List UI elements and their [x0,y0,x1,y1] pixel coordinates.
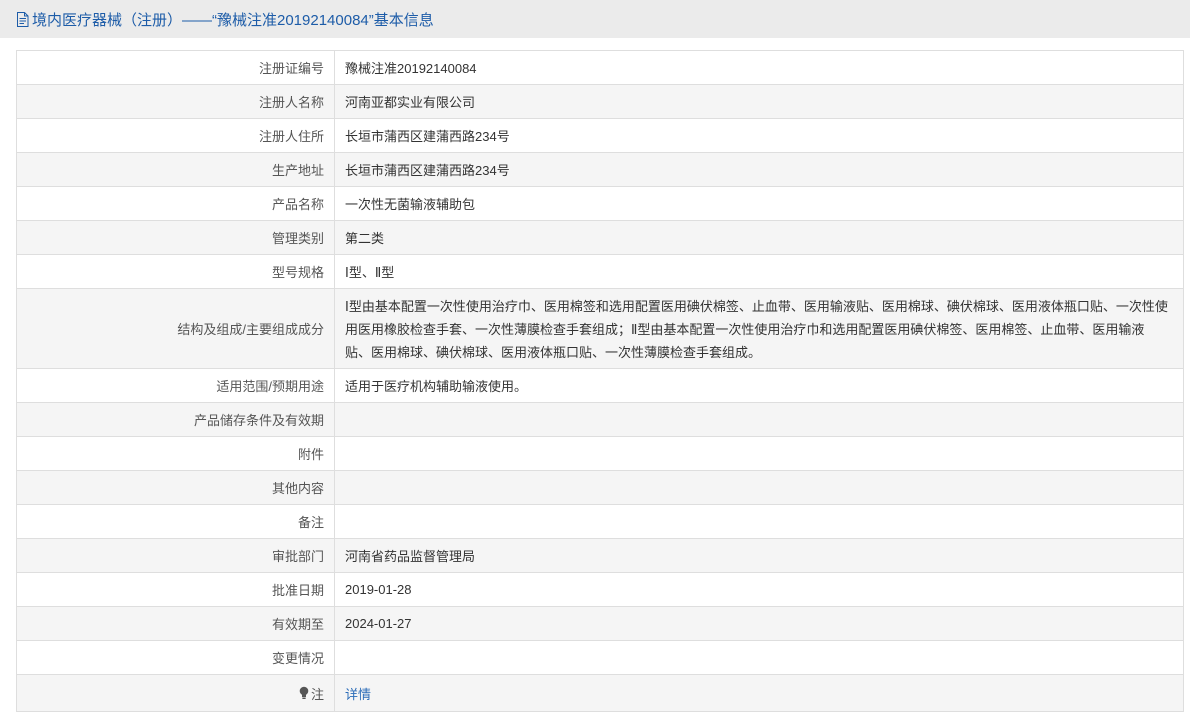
row-note: 注 详情 [17,675,1183,711]
value-change-status [335,641,1183,674]
value-scope-intended-use: 适用于医疗机构辅助输液使用。 [345,379,528,394]
row-remarks: 备注 [17,505,1183,539]
value-attachment [335,437,1183,470]
row-structure-composition: 结构及组成/主要组成成分 Ⅰ型由基本配置一次性使用治疗巾、医用棉签和选用配置医用… [17,289,1183,369]
label-registration-number: 注册证编号 [17,51,335,84]
label-model-spec: 型号规格 [17,255,335,288]
row-approval-department: 审批部门 河南省药品监督管理局 [17,539,1183,573]
value-registrant-address: 长垣市蒲西区建蒲西路234号 [345,129,510,144]
label-valid-until: 有效期至 [17,607,335,640]
value-remarks [335,505,1183,538]
row-valid-until: 有效期至 2024-01-27 [17,607,1183,641]
label-note: 注 [17,675,335,711]
row-product-name: 产品名称 一次性无菌输液辅助包 [17,187,1183,221]
row-production-address: 生产地址 长垣市蒲西区建蒲西路234号 [17,153,1183,187]
document-icon [16,11,30,27]
label-change-status: 变更情况 [17,641,335,674]
note-label-text: 注 [310,686,324,702]
value-registration-number: 豫械注准20192140084 [345,61,477,76]
row-attachment: 附件 [17,437,1183,471]
label-approval-date: 批准日期 [17,573,335,606]
info-table: 注册证编号 豫械注准20192140084 注册人名称 河南亚都实业有限公司 注… [16,50,1184,712]
row-storage-validity: 产品储存条件及有效期 [17,403,1183,437]
value-registrant-name: 河南亚都实业有限公司 [345,95,476,110]
value-note: 详情 [335,675,1183,711]
row-other-content: 其他内容 [17,471,1183,505]
label-product-name: 产品名称 [17,187,335,220]
value-management-category: 第二类 [345,231,385,246]
value-approval-date: 2019-01-28 [345,582,412,597]
row-change-status: 变更情况 [17,641,1183,675]
label-structure-composition: 结构及组成/主要组成成分 [17,289,335,368]
row-registrant-name: 注册人名称 河南亚都实业有限公司 [17,85,1183,119]
row-scope-intended-use: 适用范围/预期用途 适用于医疗机构辅助输液使用。 [17,369,1183,403]
label-scope-intended-use: 适用范围/预期用途 [17,369,335,402]
row-registrant-address: 注册人住所 长垣市蒲西区建蒲西路234号 [17,119,1183,153]
label-management-category: 管理类别 [17,221,335,254]
lightbulb-icon [299,686,309,700]
label-storage-validity: 产品储存条件及有效期 [17,403,335,436]
label-registrant-name: 注册人名称 [17,85,335,118]
label-remarks: 备注 [17,505,335,538]
label-production-address: 生产地址 [17,153,335,186]
row-model-spec: 型号规格 Ⅰ型、Ⅱ型 [17,255,1183,289]
row-registration-number: 注册证编号 豫械注准20192140084 [17,51,1183,85]
value-valid-until: 2024-01-27 [345,616,412,631]
page-title: 境内医疗器械（注册）——“豫械注准20192140084”基本信息 [32,11,434,29]
row-approval-date: 批准日期 2019-01-28 [17,573,1183,607]
value-other-content [335,471,1183,504]
value-model-spec: Ⅰ型、Ⅱ型 [345,265,395,280]
label-registrant-address: 注册人住所 [17,119,335,152]
value-structure-composition: Ⅰ型由基本配置一次性使用治疗巾、医用棉签和选用配置医用碘伏棉签、止血带、医用输液… [345,299,1168,360]
label-approval-department: 审批部门 [17,539,335,572]
value-production-address: 长垣市蒲西区建蒲西路234号 [345,163,510,178]
value-approval-department: 河南省药品监督管理局 [345,549,476,564]
value-product-name: 一次性无菌输液辅助包 [345,197,476,212]
value-storage-validity [335,403,1183,436]
details-link[interactable]: 详情 [345,684,371,703]
label-other-content: 其他内容 [17,471,335,504]
page-header: 境内医疗器械（注册）——“豫械注准20192140084”基本信息 [0,0,1190,38]
row-management-category: 管理类别 第二类 [17,221,1183,255]
label-attachment: 附件 [17,437,335,470]
